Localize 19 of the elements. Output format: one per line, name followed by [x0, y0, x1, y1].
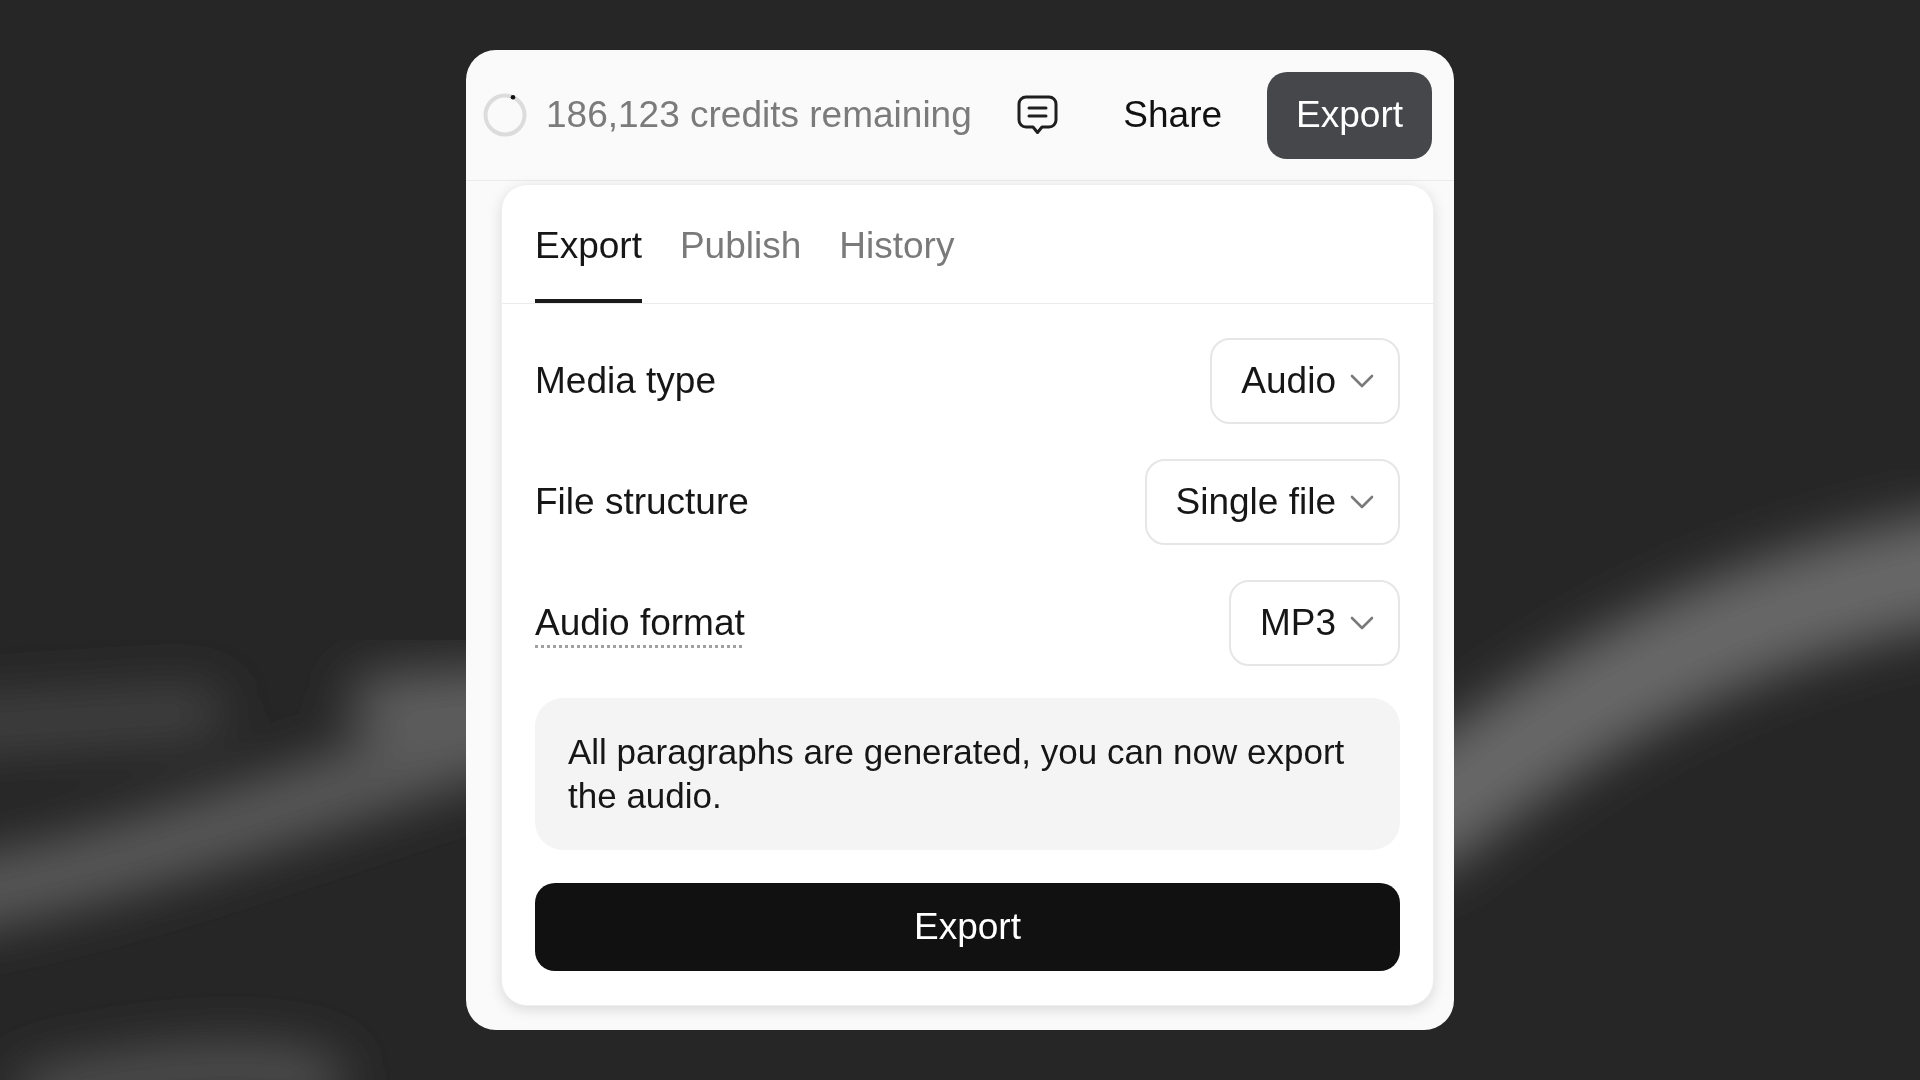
tab[interactable]: Export — [535, 193, 642, 303]
setting-label: File structure — [535, 480, 749, 525]
chevron-down-icon — [1350, 616, 1374, 630]
tab[interactable]: History — [839, 193, 955, 303]
export-button[interactable]: Export — [535, 883, 1400, 971]
chevron-down-icon — [1350, 495, 1374, 509]
tab[interactable]: Publish — [679, 193, 802, 303]
info-message: All paragraphs are generated, you can now export the audio. — [535, 698, 1400, 850]
share-button[interactable]: Share — [1113, 81, 1233, 149]
ring-icon — [483, 93, 527, 137]
credits-text: 186,123 credits remaining — [546, 93, 972, 138]
comment-icon[interactable] — [1017, 95, 1059, 135]
setting-label: Audio format — [535, 601, 745, 646]
export-button[interactable]: Export — [1267, 71, 1432, 159]
dropdown[interactable]: MP3 — [1228, 580, 1400, 666]
setting-label: Media type — [535, 359, 716, 404]
dropdown[interactable]: Single file — [1144, 459, 1400, 545]
chevron-down-icon — [1350, 374, 1374, 388]
dropdown[interactable]: Audio — [1210, 338, 1400, 424]
